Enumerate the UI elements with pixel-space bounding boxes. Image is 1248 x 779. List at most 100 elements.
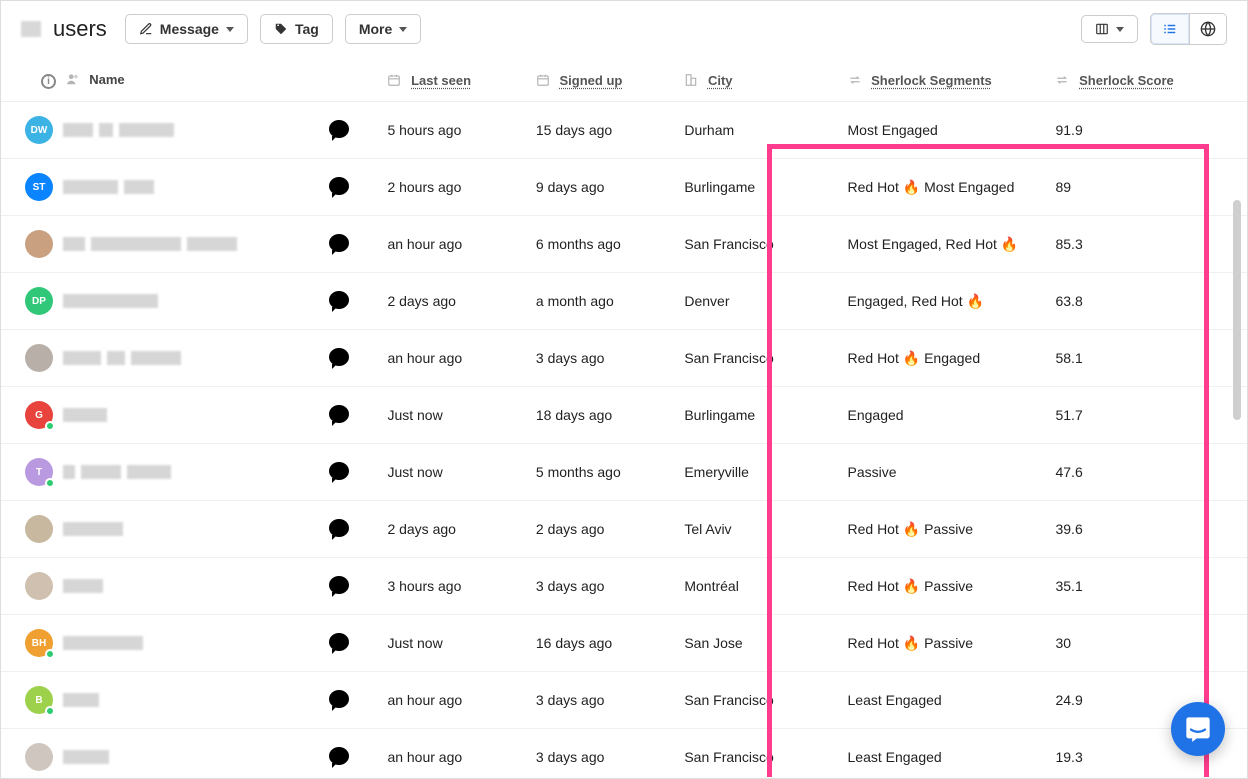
column-label: Signed up — [560, 73, 623, 88]
avatar: B — [25, 686, 53, 714]
table-row[interactable]: an hour ago6 months agoSan FranciscoMost… — [1, 216, 1247, 273]
globe-icon — [1200, 21, 1216, 37]
message-button[interactable]: Message — [125, 14, 248, 44]
avatar: ST — [25, 173, 53, 201]
table-row[interactable]: T Just now5 months agoEmeryvillePassive47… — [1, 444, 1247, 501]
presence-indicator — [45, 649, 55, 659]
avatar: BH — [25, 629, 53, 657]
chat-icon[interactable] — [329, 234, 349, 252]
avatar — [25, 230, 53, 258]
table-row[interactable]: Ban hour ago3 days agoSan FranciscoLeast… — [1, 672, 1247, 729]
score-cell: 47.6 — [1045, 444, 1225, 501]
redacted-name — [63, 749, 309, 765]
segments-cell: Most Engaged — [818, 102, 1046, 159]
column-label: Name — [89, 72, 124, 87]
avatar: DP — [25, 287, 53, 315]
column-header-last-seen[interactable]: Last seen — [377, 60, 525, 102]
table-row[interactable]: an hour ago3 days agoSan FranciscoLeast … — [1, 729, 1247, 778]
segments-cell: Passive — [818, 444, 1046, 501]
redacted-name — [63, 407, 309, 423]
chat-icon[interactable] — [329, 291, 349, 309]
table-row[interactable]: an hour ago3 days agoSan FranciscoRed Ho… — [1, 330, 1247, 387]
column-label: Sherlock Segments — [871, 73, 992, 88]
redacted-name — [63, 236, 309, 252]
table-row[interactable]: BHJust now16 days agoSan JoseRed Hot 🔥 P… — [1, 615, 1247, 672]
redacted-name — [63, 122, 309, 138]
calendar-icon — [387, 73, 401, 87]
column-label: Sherlock Score — [1079, 73, 1174, 88]
segments-cell: Least Engaged — [818, 729, 1046, 778]
chat-icon[interactable] — [329, 633, 349, 651]
redacted-name — [63, 578, 309, 594]
chat-icon[interactable] — [329, 747, 349, 765]
signed-up-cell: a month ago — [526, 273, 674, 330]
score-cell: 30 — [1045, 615, 1225, 672]
signed-up-cell: 3 days ago — [526, 330, 674, 387]
last-seen-cell: 2 hours ago — [377, 159, 525, 216]
presence-indicator — [45, 478, 55, 488]
table-row[interactable]: DW5 hours ago15 days agoDurhamMost Engag… — [1, 102, 1247, 159]
chat-icon[interactable] — [329, 690, 349, 708]
segments-cell: Most Engaged, Red Hot 🔥 — [818, 216, 1046, 273]
table-row[interactable]: GJust now18 days agoBurlingameEngaged51.… — [1, 387, 1247, 444]
intercom-icon — [1184, 715, 1212, 743]
city-cell: Burlingame — [674, 387, 817, 444]
person-icon — [66, 72, 80, 86]
redacted-name — [63, 464, 309, 480]
segments-cell: Red Hot 🔥 Passive — [818, 558, 1046, 615]
table-row[interactable]: DP2 days agoa month agoDenverEngaged, Re… — [1, 273, 1247, 330]
city-cell: San Jose — [674, 615, 817, 672]
redacted-count — [21, 21, 41, 37]
signed-up-cell: 3 days ago — [526, 558, 674, 615]
chat-icon[interactable] — [329, 519, 349, 537]
table-row[interactable]: 3 hours ago3 days agoMontréalRed Hot 🔥 P… — [1, 558, 1247, 615]
chat-launcher[interactable] — [1171, 702, 1225, 756]
signed-up-cell: 5 months ago — [526, 444, 674, 501]
more-button[interactable]: More — [345, 14, 421, 44]
tag-icon — [274, 22, 288, 36]
city-cell: Emeryville — [674, 444, 817, 501]
segments-cell: Least Engaged — [818, 672, 1046, 729]
tag-button[interactable]: Tag — [260, 14, 333, 44]
city-cell: San Francisco — [674, 729, 817, 778]
score-cell: 35.1 — [1045, 558, 1225, 615]
avatar: G — [25, 401, 53, 429]
redacted-name — [63, 179, 309, 195]
chat-icon[interactable] — [329, 177, 349, 195]
column-header-city[interactable]: City — [674, 60, 817, 102]
column-label: City — [708, 73, 733, 88]
scrollbar[interactable] — [1233, 200, 1241, 420]
segments-cell: Engaged, Red Hot 🔥 — [818, 273, 1046, 330]
signed-up-cell: 18 days ago — [526, 387, 674, 444]
building-icon — [684, 73, 698, 87]
signed-up-cell: 3 days ago — [526, 672, 674, 729]
chat-icon[interactable] — [329, 576, 349, 594]
score-cell: 89 — [1045, 159, 1225, 216]
list-view-button[interactable] — [1150, 13, 1190, 45]
avatar: T — [25, 458, 53, 486]
chat-icon[interactable] — [329, 462, 349, 480]
swap-icon — [1055, 73, 1069, 87]
column-label: Last seen — [411, 73, 471, 88]
columns-button[interactable] — [1081, 15, 1138, 43]
last-seen-cell: 5 hours ago — [377, 102, 525, 159]
last-seen-cell: Just now — [377, 444, 525, 501]
city-cell: Montréal — [674, 558, 817, 615]
chat-icon[interactable] — [329, 405, 349, 423]
column-header-score[interactable]: Sherlock Score — [1045, 60, 1225, 102]
score-cell: 91.9 — [1045, 102, 1225, 159]
table-row[interactable]: 2 days ago2 days agoTel AvivRed Hot 🔥 Pa… — [1, 501, 1247, 558]
map-view-button[interactable] — [1190, 13, 1227, 45]
column-header-segments[interactable]: Sherlock Segments — [818, 60, 1046, 102]
chevron-down-icon — [399, 27, 407, 32]
page-title: users — [53, 16, 107, 42]
calendar-icon — [536, 73, 550, 87]
chat-icon[interactable] — [329, 120, 349, 138]
last-seen-cell: Just now — [377, 387, 525, 444]
avatar — [25, 572, 53, 600]
column-header-name[interactable]: i Name — [1, 60, 319, 102]
table-row[interactable]: ST2 hours ago9 days agoBurlingameRed Hot… — [1, 159, 1247, 216]
chat-icon[interactable] — [329, 348, 349, 366]
column-header-signed-up[interactable]: Signed up — [526, 60, 674, 102]
toolbar: users Message Tag More — [1, 1, 1247, 60]
